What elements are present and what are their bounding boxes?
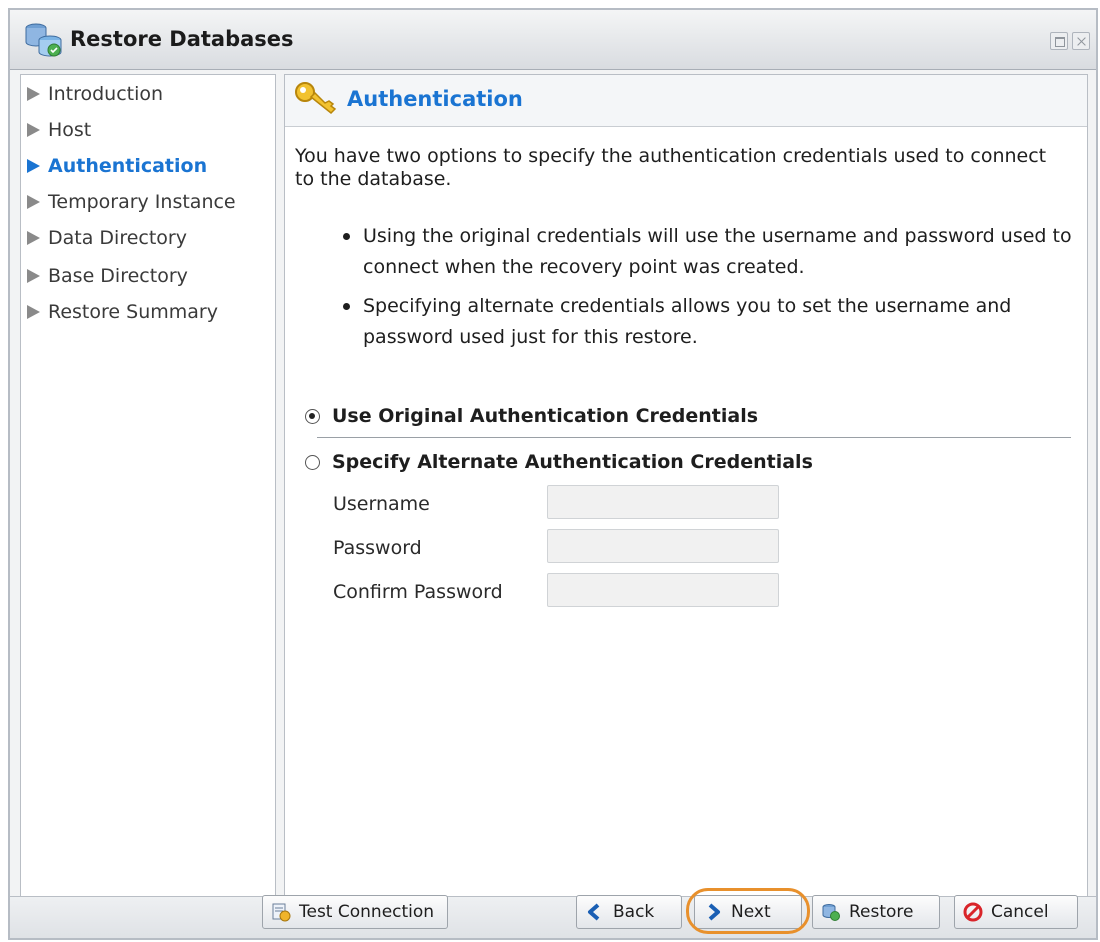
sidebar-item-restore-summary[interactable]: Restore Summary: [25, 297, 218, 327]
button-label: Back: [613, 902, 655, 922]
sidebar-item-label: Base Directory: [48, 265, 188, 287]
title-bar[interactable]: Restore Databases: [10, 10, 1096, 70]
sidebar-item-label: Authentication: [48, 155, 208, 177]
radio-button[interactable]: [305, 454, 320, 470]
password-label: Password: [333, 537, 422, 559]
sidebar-item-label: Temporary Instance: [48, 191, 236, 213]
list-item: Using the original credentials will use …: [335, 221, 1075, 283]
restore-databases-window: Restore Databases Introduction Host Auth…: [8, 8, 1098, 940]
window-title: Restore Databases: [70, 27, 294, 51]
button-label: Next: [731, 902, 771, 922]
triangle-right-icon: [25, 122, 45, 138]
sidebar-item-label: Restore Summary: [48, 301, 218, 323]
chevron-right-icon: [708, 903, 720, 921]
cancel-icon: [963, 902, 983, 922]
button-label: Cancel: [991, 902, 1049, 922]
test-connection-icon: [272, 903, 291, 922]
button-label: Restore: [849, 902, 914, 922]
confirm-password-field[interactable]: [547, 573, 779, 607]
triangle-right-icon: [25, 158, 45, 174]
database-restore-icon: [25, 23, 62, 57]
page-title: Authentication: [347, 87, 523, 111]
sidebar-item-data-directory[interactable]: Data Directory: [25, 223, 187, 253]
option-label: Use Original Authentication Credentials: [332, 405, 759, 427]
maximize-icon[interactable]: [1050, 32, 1068, 50]
sidebar-item-temporary-instance[interactable]: Temporary Instance: [25, 187, 236, 217]
radio-button-selected[interactable]: [305, 408, 320, 424]
authentication-panel: Authentication You have two options to s…: [284, 74, 1088, 898]
next-button[interactable]: Next: [694, 895, 802, 929]
close-icon[interactable]: [1072, 32, 1090, 50]
cancel-button[interactable]: Cancel: [954, 895, 1078, 929]
list-item: Specifying alternate credentials allows …: [335, 291, 1075, 353]
specify-alternate-credentials-option[interactable]: Specify Alternate Authentication Credent…: [305, 451, 813, 473]
triangle-right-icon: [25, 194, 45, 210]
sidebar-item-label: Data Directory: [48, 227, 187, 249]
password-field[interactable]: [547, 529, 779, 563]
sidebar-item-base-directory[interactable]: Base Directory: [25, 261, 188, 291]
triangle-right-icon: [25, 268, 45, 284]
sidebar-item-label: Host: [48, 119, 92, 141]
wizard-steps-sidebar: Introduction Host Authentication Tempora…: [20, 74, 276, 898]
bullet-list: Using the original credentials will use …: [335, 221, 1075, 361]
triangle-right-icon: [25, 230, 45, 246]
triangle-right-icon: [25, 86, 45, 102]
username-field[interactable]: [547, 485, 779, 519]
sidebar-item-host[interactable]: Host: [25, 115, 91, 145]
chevron-left-icon: [588, 903, 600, 921]
sidebar-item-authentication[interactable]: Authentication: [25, 151, 207, 181]
test-connection-button[interactable]: Test Connection: [262, 895, 448, 929]
section-header: Authentication: [285, 75, 1087, 127]
restore-button[interactable]: Restore: [812, 895, 940, 929]
back-button[interactable]: Back: [576, 895, 682, 929]
use-original-credentials-option[interactable]: Use Original Authentication Credentials: [305, 405, 758, 427]
username-label: Username: [333, 493, 430, 515]
key-icon: [295, 82, 337, 115]
intro-text: You have two options to specify the auth…: [295, 145, 1047, 190]
divider: [317, 437, 1071, 438]
sidebar-item-introduction[interactable]: Introduction: [25, 79, 163, 109]
database-restore-icon: [822, 904, 840, 921]
button-label: Test Connection: [299, 902, 435, 922]
option-label: Specify Alternate Authentication Credent…: [332, 451, 813, 473]
confirm-password-label: Confirm Password: [333, 581, 503, 603]
sidebar-item-label: Introduction: [48, 83, 164, 105]
triangle-right-icon: [25, 304, 45, 320]
